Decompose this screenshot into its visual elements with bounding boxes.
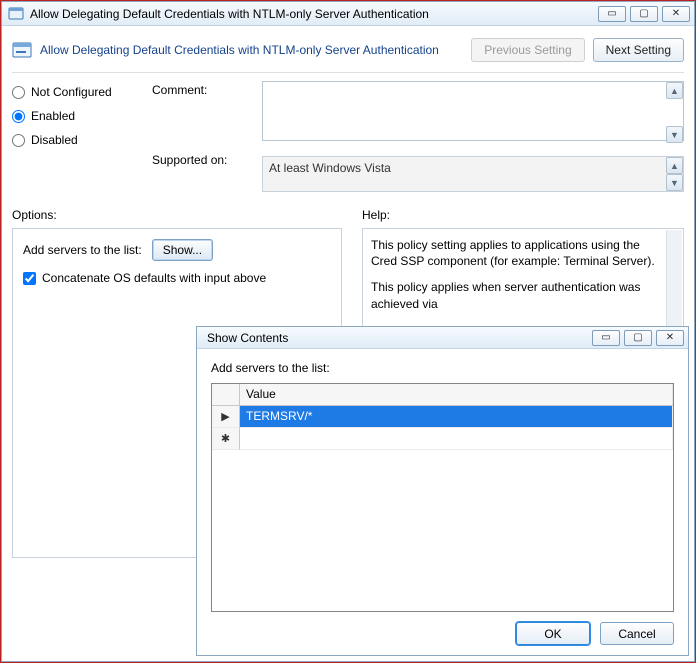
dialog-minimize-button[interactable]: ▭ bbox=[592, 330, 620, 346]
column-header-value[interactable]: Value bbox=[240, 384, 673, 405]
dialog-body: Add servers to the list: Value ▶ TERMSRV… bbox=[197, 349, 688, 655]
radio-enabled-input[interactable] bbox=[12, 110, 25, 123]
supported-label: Supported on: bbox=[152, 153, 242, 167]
grid-row-indicator-icon: ▶ bbox=[212, 406, 240, 428]
concat-checkbox-row[interactable]: Concatenate OS defaults with input above bbox=[23, 271, 331, 285]
supported-on-value: At least Windows Vista bbox=[262, 156, 684, 192]
grid-new-row-indicator-icon: ✱ bbox=[212, 428, 240, 450]
radio-disabled-label: Disabled bbox=[31, 133, 78, 147]
header-row: Allow Delegating Default Credentials wit… bbox=[12, 34, 684, 73]
policy-title: Allow Delegating Default Credentials wit… bbox=[40, 43, 463, 57]
options-heading: Options: bbox=[12, 208, 342, 222]
previous-setting-button: Previous Setting bbox=[471, 38, 584, 62]
comment-label: Comment: bbox=[152, 83, 242, 97]
concat-label: Concatenate OS defaults with input above bbox=[42, 271, 266, 285]
grid-row-new[interactable]: ✱ bbox=[212, 428, 673, 450]
radio-enabled-label: Enabled bbox=[31, 109, 75, 123]
show-contents-dialog: Show Contents ▭ ▢ ✕ Add servers to the l… bbox=[196, 326, 689, 656]
grid-row-0[interactable]: ▶ TERMSRV/* bbox=[212, 406, 673, 428]
supported-scroll-up-icon[interactable]: ▲ bbox=[666, 157, 683, 174]
ok-button[interactable]: OK bbox=[516, 622, 590, 645]
state-radios: Not Configured Enabled Disabled bbox=[12, 81, 132, 192]
comment-wrap: ▲ ▼ bbox=[262, 81, 684, 144]
window-controls: ▭ ▢ ✕ bbox=[598, 6, 690, 22]
policy-icon bbox=[8, 6, 24, 22]
field-labels: Comment: Supported on: bbox=[152, 81, 242, 192]
add-servers-row: Add servers to the list: Show... bbox=[23, 239, 331, 261]
help-paragraph-2: This policy applies when server authenti… bbox=[371, 279, 673, 311]
minimize-button[interactable]: ▭ bbox=[598, 6, 626, 22]
grid-empty-area bbox=[212, 450, 673, 611]
radio-disabled[interactable]: Disabled bbox=[12, 133, 132, 147]
titlebar-main[interactable]: Allow Delegating Default Credentials wit… bbox=[2, 2, 694, 26]
grid-cell-0-value[interactable]: TERMSRV/* bbox=[240, 406, 673, 428]
policy-header-icon bbox=[12, 40, 32, 60]
show-button[interactable]: Show... bbox=[152, 239, 213, 261]
cancel-button[interactable]: Cancel bbox=[600, 622, 674, 645]
grid-corner bbox=[212, 384, 240, 405]
supported-wrap: At least Windows Vista ▲ ▼ bbox=[262, 156, 684, 192]
config-row: Not Configured Enabled Disabled Comment:… bbox=[12, 81, 684, 192]
radio-not-configured[interactable]: Not Configured bbox=[12, 85, 132, 99]
concat-checkbox[interactable] bbox=[23, 272, 36, 285]
help-paragraph-1: This policy setting applies to applicati… bbox=[371, 237, 673, 269]
dialog-prompt: Add servers to the list: bbox=[211, 361, 674, 375]
window-title: Allow Delegating Default Credentials wit… bbox=[30, 7, 592, 21]
field-values: ▲ ▼ At least Windows Vista ▲ ▼ bbox=[262, 81, 684, 192]
next-setting-button[interactable]: Next Setting bbox=[593, 38, 684, 62]
servers-grid[interactable]: Value ▶ TERMSRV/* ✱ bbox=[211, 383, 674, 612]
comment-scroll-up-icon[interactable]: ▲ bbox=[666, 82, 683, 99]
grid-cell-new-value[interactable] bbox=[240, 428, 673, 450]
close-button[interactable]: ✕ bbox=[662, 6, 690, 22]
grid-header: Value bbox=[212, 384, 673, 406]
dialog-button-row: OK Cancel bbox=[211, 612, 674, 645]
radio-enabled[interactable]: Enabled bbox=[12, 109, 132, 123]
dialog-maximize-button[interactable]: ▢ bbox=[624, 330, 652, 346]
dialog-close-button[interactable]: ✕ bbox=[656, 330, 684, 346]
comment-textarea[interactable] bbox=[262, 81, 684, 141]
add-servers-label: Add servers to the list: bbox=[23, 243, 142, 257]
comment-scroll-down-icon[interactable]: ▼ bbox=[666, 126, 683, 143]
radio-disabled-input[interactable] bbox=[12, 134, 25, 147]
help-heading: Help: bbox=[362, 208, 684, 222]
dialog-title: Show Contents bbox=[203, 331, 586, 345]
dialog-window-controls: ▭ ▢ ✕ bbox=[592, 330, 684, 346]
maximize-button[interactable]: ▢ bbox=[630, 6, 658, 22]
supported-scroll-down-icon[interactable]: ▼ bbox=[666, 174, 683, 191]
radio-not-configured-input[interactable] bbox=[12, 86, 25, 99]
radio-not-configured-label: Not Configured bbox=[31, 85, 112, 99]
titlebar-dialog[interactable]: Show Contents ▭ ▢ ✕ bbox=[197, 327, 688, 349]
